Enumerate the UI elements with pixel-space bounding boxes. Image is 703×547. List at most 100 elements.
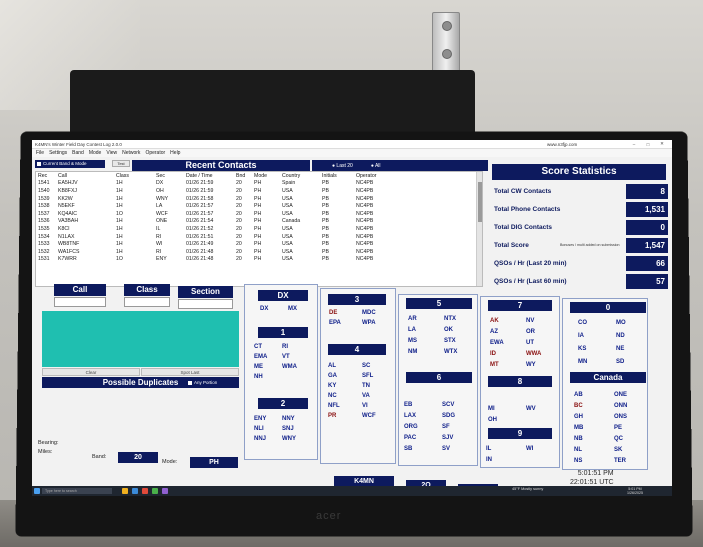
section-abbrev[interactable]: MS	[408, 338, 417, 344]
section-abbrev[interactable]: EMA	[254, 354, 267, 360]
menu-mode[interactable]: Mode	[89, 150, 102, 156]
mode-value[interactable]: PH	[190, 457, 238, 468]
close-icon[interactable]: ✕	[655, 141, 669, 147]
menu-band[interactable]: Band	[72, 150, 84, 156]
section-abbrev[interactable]: NL	[574, 447, 582, 453]
weather-tray[interactable]: 45°F Mostly sunny	[512, 487, 543, 491]
section-abbrev[interactable]: WPA	[362, 320, 376, 326]
section-abbrev[interactable]: NNJ	[254, 436, 266, 442]
filter-all-radio[interactable]: All	[371, 163, 381, 169]
section-abbrev[interactable]: OH	[488, 417, 497, 423]
section-abbrev[interactable]: NFL	[328, 403, 340, 409]
section-abbrev[interactable]: EB	[404, 402, 412, 408]
section-abbrev[interactable]: SD	[616, 359, 624, 365]
menu-help[interactable]: Help	[170, 150, 180, 156]
section-abbrev[interactable]: UT	[526, 340, 534, 346]
menu-network[interactable]: Network	[122, 150, 140, 156]
section-abbrev[interactable]: DE	[329, 310, 337, 316]
filter-last20-radio[interactable]: Last 20	[332, 163, 352, 169]
taskbar-clock[interactable]: 5:01 PM 1/26/2025	[627, 487, 643, 495]
table-row[interactable]: 1531 K7WRR 1O ENY 01/26 21:48 20 PH USA PB NC4PB	[36, 256, 414, 264]
section-abbrev[interactable]: NS	[574, 458, 582, 464]
section-abbrev[interactable]: ME	[254, 364, 263, 370]
section-input[interactable]	[178, 299, 233, 309]
section-abbrev[interactable]: WTX	[444, 349, 457, 355]
section-abbrev[interactable]: NB	[574, 436, 583, 442]
section-abbrev[interactable]: WY	[526, 362, 536, 368]
table-row[interactable]: 1537 KQ4AIC 1O WCF 01/26 21:57 20 PH USA PB NC4PB	[36, 210, 414, 218]
section-abbrev[interactable]: AR	[408, 316, 417, 322]
section-abbrev[interactable]: VA	[362, 393, 370, 399]
table-row[interactable]: 1532 WA1FCS 1H RI 01/26 21:48 20 PH USA PB NC4PB	[36, 248, 414, 256]
section-abbrev[interactable]: SC	[362, 363, 370, 369]
band-value[interactable]: 20	[118, 452, 158, 463]
table-row[interactable]: 1535 K8CI 1H IL 01/26 21:52 20 PH USA PB NC4PB	[36, 225, 414, 233]
app2-icon[interactable]	[162, 488, 168, 494]
section-abbrev[interactable]: SDG	[442, 413, 455, 419]
call-input[interactable]	[54, 297, 106, 307]
table-row[interactable]: 1533 WB8TNF 1H WI 01/26 21:49 20 PH USA PB NC4PB	[36, 240, 414, 248]
section-abbrev[interactable]: MDC	[362, 310, 376, 316]
section-abbrev[interactable]: RI	[282, 344, 288, 350]
spot-last-button[interactable]: Spot Last	[141, 368, 239, 376]
app-icon[interactable]	[152, 488, 158, 494]
section-abbrev[interactable]: SNJ	[282, 426, 294, 432]
section-abbrev[interactable]: PR	[328, 413, 336, 419]
section-abbrev[interactable]: MT	[490, 362, 499, 368]
section-abbrev[interactable]: EWA	[490, 340, 504, 346]
section-abbrev[interactable]: SCV	[442, 402, 454, 408]
section-abbrev[interactable]: TER	[614, 458, 626, 464]
section-abbrev[interactable]: WI	[526, 446, 533, 452]
section-abbrev[interactable]: NH	[254, 374, 263, 380]
section-abbrev[interactable]: WCF	[362, 413, 376, 419]
section-abbrev[interactable]: AK	[490, 318, 499, 324]
section-abbrev[interactable]: AL	[328, 363, 336, 369]
section-abbrev[interactable]: SK	[614, 447, 622, 453]
band-mode-checkbox[interactable]: Current Band & Mode	[35, 160, 105, 168]
section-abbrev[interactable]: STX	[444, 338, 456, 344]
windows-start-icon[interactable]	[34, 488, 40, 494]
section-abbrev[interactable]: IA	[578, 333, 584, 339]
section-abbrev[interactable]: NNY	[282, 416, 295, 422]
section-abbrev[interactable]: SB	[404, 446, 412, 452]
section-abbrev[interactable]: GA	[328, 373, 337, 379]
section-abbrev[interactable]: QC	[614, 436, 623, 442]
section-abbrev[interactable]: ONN	[614, 403, 627, 409]
table-row[interactable]: 1539 KK2W 1H WNY 01/26 21:58 20 PH USA PB NC4PB	[36, 195, 414, 203]
section-abbrev[interactable]: IN	[486, 457, 492, 463]
minimize-icon[interactable]: –	[627, 142, 641, 147]
section-abbrev[interactable]: WNY	[282, 436, 296, 442]
section-abbrev[interactable]: ENY	[254, 416, 266, 422]
section-abbrev[interactable]: BC	[574, 403, 583, 409]
section-abbrev[interactable]: CO	[578, 320, 587, 326]
section-abbrev[interactable]: NE	[616, 346, 624, 352]
section-abbrev[interactable]: KS	[578, 346, 586, 352]
section-abbrev[interactable]: AB	[574, 392, 583, 398]
section-abbrev[interactable]: MB	[574, 425, 583, 431]
section-abbrev[interactable]: ONS	[614, 414, 627, 420]
section-abbrev[interactable]: ND	[616, 333, 625, 339]
chrome-icon[interactable]	[142, 488, 148, 494]
section-abbrev[interactable]: VI	[362, 403, 368, 409]
section-abbrev[interactable]: WMA	[282, 364, 297, 370]
table-row[interactable]: 1536 VA3BAH 1H ONE 01/26 21:54 20 PH Canada PB NC…	[36, 218, 414, 226]
section-abbrev[interactable]: EPA	[329, 320, 341, 326]
section-abbrev[interactable]: NC	[328, 393, 337, 399]
section-abbrev[interactable]: PAC	[404, 435, 416, 441]
section-abbrev[interactable]: SFL	[362, 373, 373, 379]
table-row[interactable]: 1538 N5EKF 1H LA 01/26 21:57 20 PH USA PB NC4PB	[36, 202, 414, 210]
section-abbrev[interactable]: KY	[328, 383, 336, 389]
section-abbrev[interactable]: MN	[578, 359, 587, 365]
section-abbrev[interactable]: NV	[526, 318, 534, 324]
recent-contacts-log[interactable]: Rec Call Class Sec Date / Time Bnd Mode …	[35, 171, 483, 287]
section-abbrev[interactable]: ORG	[404, 424, 418, 430]
section-abbrev[interactable]: WWA	[526, 351, 541, 357]
section-abbrev[interactable]: LAX	[404, 413, 416, 419]
section-abbrev[interactable]: OR	[526, 329, 535, 335]
section-abbrev[interactable]: MI	[488, 406, 495, 412]
section-abbrev[interactable]: WV	[526, 406, 536, 412]
taskbar-search[interactable]: Type here to search	[42, 488, 112, 494]
section-abbrev[interactable]: NM	[408, 349, 417, 355]
section-abbrev[interactable]: SV	[442, 446, 450, 452]
section-abbrev[interactable]: LA	[408, 327, 416, 333]
